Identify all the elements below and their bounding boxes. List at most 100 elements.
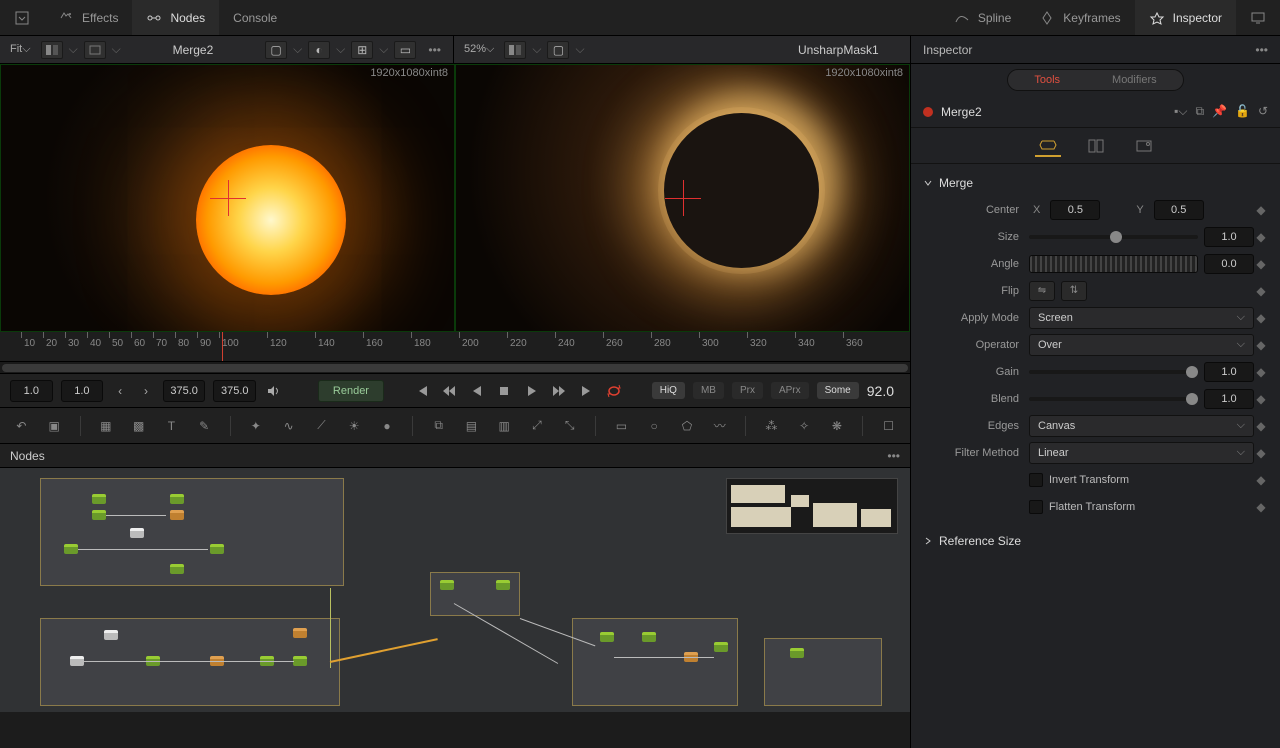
prx-toggle[interactable]: Prx bbox=[732, 382, 763, 399]
rewind-icon[interactable] bbox=[439, 380, 458, 402]
operator-keyframe-icon[interactable]: ◆ bbox=[1254, 338, 1268, 352]
node-group-1[interactable] bbox=[40, 478, 344, 586]
flip-v-button[interactable]: ⇅ bbox=[1061, 281, 1087, 301]
step-fwd-icon[interactable]: › bbox=[137, 380, 155, 402]
node-group-2[interactable] bbox=[430, 572, 520, 616]
spline-tab[interactable]: Spline bbox=[940, 0, 1025, 35]
operator-dropdown[interactable]: Over bbox=[1029, 334, 1254, 356]
apply-mode-dropdown[interactable]: Screen bbox=[1029, 307, 1254, 329]
center-handle-2[interactable] bbox=[653, 168, 713, 228]
nodes-menu-icon[interactable]: ••• bbox=[887, 449, 900, 463]
paint-icon[interactable]: ✎ bbox=[193, 413, 216, 439]
flip-keyframe-icon[interactable]: ◆ bbox=[1254, 284, 1268, 298]
viewer1-layout-icon[interactable] bbox=[41, 41, 63, 59]
hiq-toggle[interactable]: HiQ bbox=[652, 382, 685, 399]
tracker-icon[interactable]: ✦ bbox=[244, 413, 267, 439]
viewer1-zoom[interactable]: Fit⌵ bbox=[6, 43, 35, 56]
viewer1-roi-icon[interactable]: ▢ bbox=[265, 41, 287, 59]
camera3d-icon[interactable]: ☐ bbox=[877, 413, 900, 439]
viewer2-zoom[interactable]: 52%⌵ bbox=[460, 43, 498, 56]
viewer1-menu[interactable]: ••• bbox=[422, 43, 447, 57]
timeline-scrollbar[interactable] bbox=[0, 362, 910, 374]
undo-icon[interactable]: ↶ bbox=[10, 413, 33, 439]
mb-toggle[interactable]: MB bbox=[693, 382, 724, 399]
lock-icon[interactable]: 🔓 bbox=[1235, 104, 1250, 119]
play-icon[interactable] bbox=[522, 380, 541, 402]
viewer2-channel-icon[interactable]: ▢ bbox=[547, 41, 569, 59]
size-keyframe-icon[interactable]: ◆ bbox=[1254, 230, 1268, 244]
blend-keyframe-icon[interactable]: ◆ bbox=[1254, 392, 1268, 406]
invert-checkbox[interactable] bbox=[1029, 473, 1043, 487]
loop-icon[interactable] bbox=[604, 380, 623, 402]
some-toggle[interactable]: Some bbox=[817, 382, 859, 399]
size-slider[interactable] bbox=[1029, 235, 1198, 239]
invert-keyframe-icon[interactable]: ◆ bbox=[1254, 473, 1268, 487]
flatten-checkbox[interactable] bbox=[1029, 500, 1043, 514]
merge-icon[interactable]: ⧉ bbox=[427, 413, 450, 439]
center-keyframe-icon[interactable]: ◆ bbox=[1254, 203, 1268, 217]
colorcurve-icon[interactable]: ∿ bbox=[277, 413, 300, 439]
aprx-toggle[interactable]: APrx bbox=[771, 382, 809, 399]
channel-icon[interactable]: ▥ bbox=[493, 413, 516, 439]
controls-tab-icon[interactable] bbox=[1035, 135, 1061, 157]
filter-dropdown[interactable]: Linear bbox=[1029, 442, 1254, 464]
viewer1-channel-icon[interactable] bbox=[84, 41, 106, 59]
effects-tab[interactable]: Effects bbox=[44, 0, 132, 35]
fastnoise-icon[interactable]: ▩ bbox=[127, 413, 150, 439]
time-ruler[interactable]: 1020304050607080901001201401601802002202… bbox=[0, 332, 910, 362]
modifiers-tab[interactable]: Modifiers bbox=[1086, 70, 1183, 90]
blur-icon[interactable]: ● bbox=[376, 413, 399, 439]
play-rev-icon[interactable] bbox=[467, 380, 486, 402]
media-in-icon[interactable]: ▣ bbox=[43, 413, 66, 439]
inspector-tab[interactable]: Inspector bbox=[1135, 0, 1236, 35]
range-start-field[interactable]: 1.0 bbox=[61, 380, 104, 402]
go-last-icon[interactable] bbox=[577, 380, 596, 402]
go-first-icon[interactable] bbox=[412, 380, 431, 402]
menu-dropdown-button[interactable] bbox=[0, 0, 44, 35]
matte-icon[interactable]: ▤ bbox=[460, 413, 483, 439]
gain-field[interactable]: 1.0 bbox=[1204, 362, 1254, 382]
audio-icon[interactable] bbox=[264, 380, 282, 402]
angle-wheel[interactable] bbox=[1029, 255, 1198, 273]
rectangle-mask-icon[interactable]: ▭ bbox=[610, 413, 633, 439]
hue-icon[interactable]: ⟋ bbox=[310, 413, 333, 439]
apply-mode-keyframe-icon[interactable]: ◆ bbox=[1254, 311, 1268, 325]
angle-keyframe-icon[interactable]: ◆ bbox=[1254, 257, 1268, 271]
viewer2-layout-icon[interactable] bbox=[504, 41, 526, 59]
monitor-button[interactable] bbox=[1236, 0, 1280, 35]
edges-keyframe-icon[interactable]: ◆ bbox=[1254, 419, 1268, 433]
range-end-field[interactable]: 375.0 bbox=[213, 380, 256, 402]
flip-h-button[interactable]: ⇋ bbox=[1029, 281, 1055, 301]
node-group-5[interactable] bbox=[764, 638, 882, 706]
gain-keyframe-icon[interactable]: ◆ bbox=[1254, 365, 1268, 379]
edges-dropdown[interactable]: Canvas bbox=[1029, 415, 1254, 437]
stop-icon[interactable] bbox=[494, 380, 513, 402]
blend-slider[interactable] bbox=[1029, 397, 1198, 401]
flatten-keyframe-icon[interactable]: ◆ bbox=[1254, 500, 1268, 514]
gain-slider[interactable] bbox=[1029, 370, 1198, 374]
common-tab-icon[interactable] bbox=[1131, 135, 1157, 157]
center-x-field[interactable]: 0.5 bbox=[1050, 200, 1100, 220]
node-group-4[interactable] bbox=[572, 618, 738, 706]
viewer1[interactable]: 1920x1080xint8 bbox=[0, 64, 455, 332]
versions-icon[interactable]: ▪⌵ bbox=[1174, 104, 1187, 119]
node-graph[interactable] bbox=[0, 468, 910, 712]
reset-icon[interactable]: ↺ bbox=[1258, 104, 1268, 119]
console-tab[interactable]: Console bbox=[219, 0, 291, 35]
scroll-thumb[interactable] bbox=[2, 364, 908, 372]
inspector-menu-icon[interactable]: ••• bbox=[1255, 43, 1268, 57]
resize-icon[interactable]: ⤡ bbox=[558, 413, 581, 439]
angle-field[interactable]: 0.0 bbox=[1204, 254, 1254, 274]
render-button[interactable]: Render bbox=[318, 380, 384, 402]
current-frame-field[interactable]: 375.0 bbox=[163, 380, 206, 402]
viewer1-lut-icon[interactable]: ◐ bbox=[308, 41, 330, 59]
polygon-mask-icon[interactable]: ⬠ bbox=[676, 413, 699, 439]
settings-tab-icon[interactable] bbox=[1083, 135, 1109, 157]
fast-fwd-icon[interactable] bbox=[549, 380, 568, 402]
pin-icon[interactable]: 📌 bbox=[1212, 104, 1227, 119]
center-y-field[interactable]: 0.5 bbox=[1154, 200, 1204, 220]
pemitter-icon[interactable]: ❋ bbox=[826, 413, 849, 439]
background-icon[interactable]: ▦ bbox=[94, 413, 117, 439]
range-in-field[interactable]: 1.0 bbox=[10, 380, 53, 402]
filter-keyframe-icon[interactable]: ◆ bbox=[1254, 446, 1268, 460]
